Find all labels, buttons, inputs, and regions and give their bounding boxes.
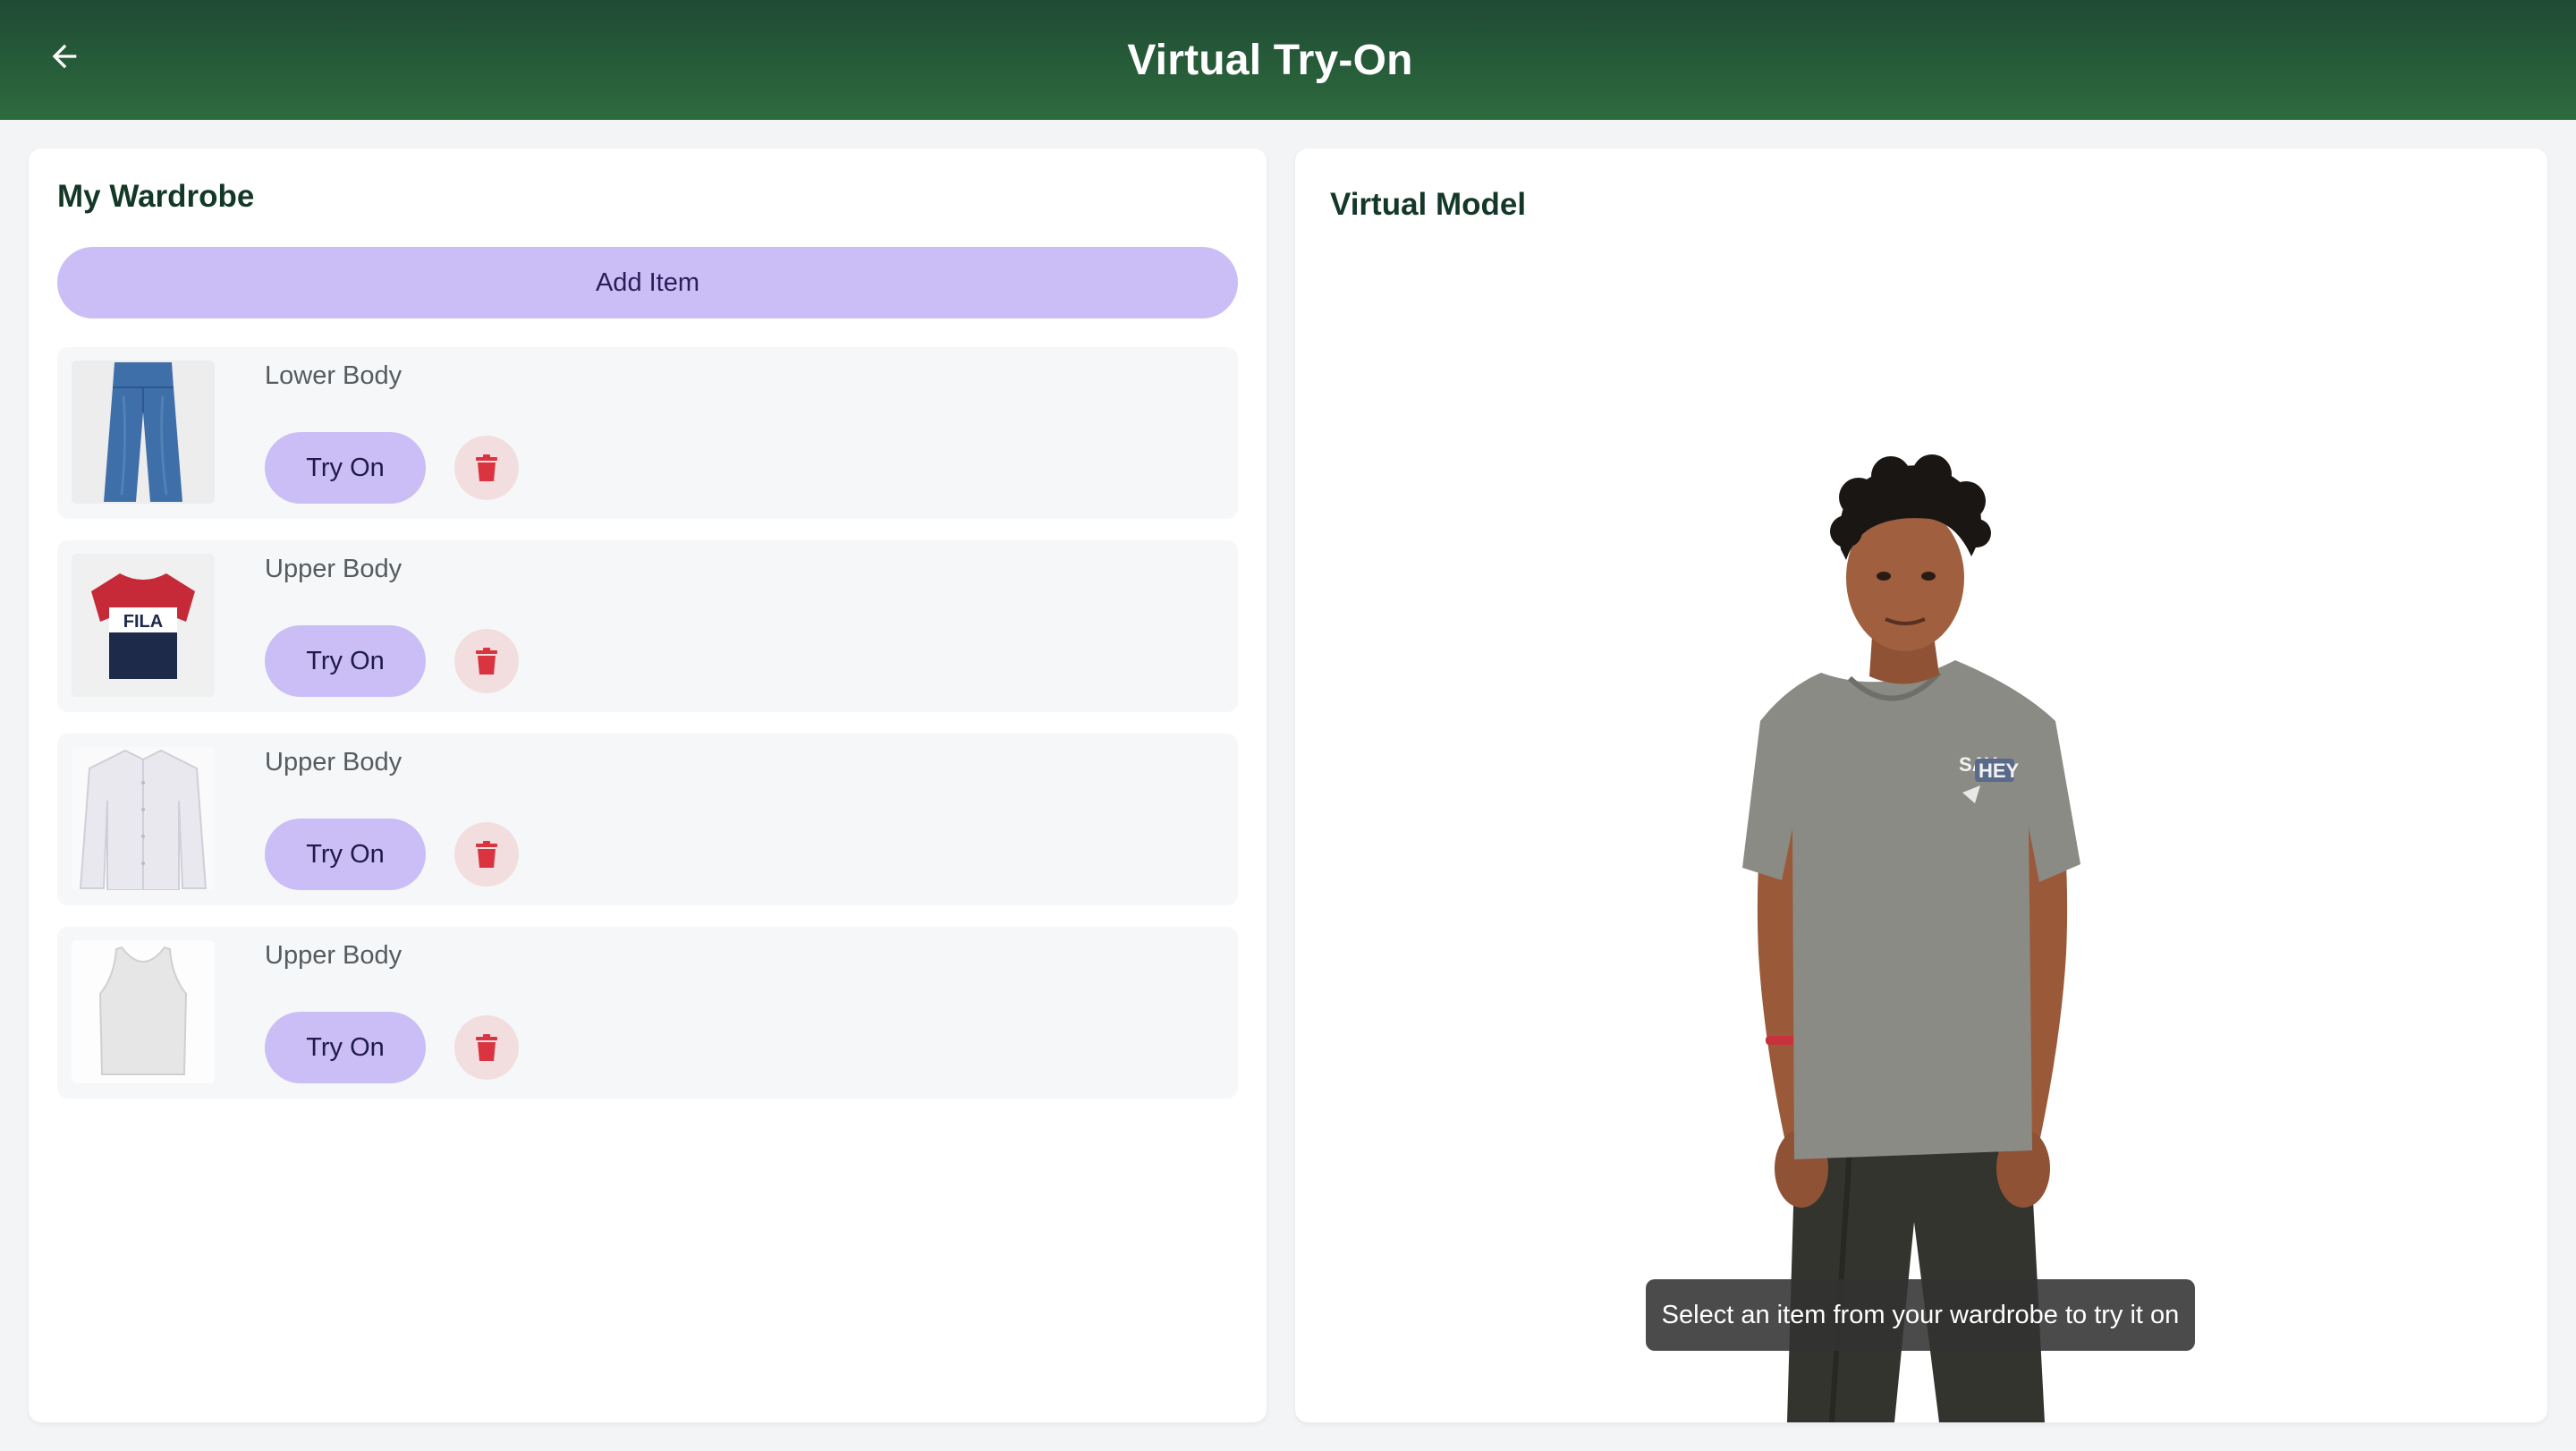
- add-item-button[interactable]: Add Item: [57, 247, 1238, 318]
- hint-toast: Select an item from your wardrobe to try…: [1646, 1279, 2195, 1351]
- delete-item-button[interactable]: [454, 822, 519, 887]
- shirt-print-hey: HEY: [1979, 759, 2020, 782]
- trash-icon: [476, 841, 497, 868]
- item-category: Upper Body: [265, 555, 402, 583]
- back-button[interactable]: [41, 33, 88, 80]
- wardrobe-panel: My Wardrobe Add Item Lower Body Try On F…: [29, 148, 1267, 1422]
- item-category: Upper Body: [265, 748, 402, 776]
- wardrobe-item: Upper Body Try On: [57, 927, 1238, 1099]
- delete-item-button[interactable]: [454, 629, 519, 693]
- item-thumbnail-fila-tshirt: FILA: [72, 554, 215, 697]
- arrow-left-icon: [52, 44, 77, 69]
- delete-item-button[interactable]: [454, 436, 519, 500]
- white-shirt-image: [72, 747, 215, 890]
- item-category: Upper Body: [265, 941, 402, 970]
- wardrobe-item: Upper Body Try On: [57, 734, 1238, 905]
- try-on-button[interactable]: Try On: [265, 625, 426, 697]
- item-category: Lower Body: [265, 361, 402, 390]
- trash-icon: [476, 454, 497, 481]
- virtual-model-panel: Virtual Model SAY HEY: [1295, 148, 2547, 1422]
- person-model-image: SAY HEY: [1742, 454, 2080, 1422]
- virtual-model-title: Virtual Model: [1330, 187, 1527, 222]
- delete-item-button[interactable]: [454, 1015, 519, 1080]
- model-photo: SAY HEY: [1671, 453, 2154, 1422]
- trash-icon: [476, 648, 497, 675]
- app-header: Virtual Try-On: [0, 0, 2576, 120]
- wardrobe-title: My Wardrobe: [57, 179, 255, 214]
- try-on-button[interactable]: Try On: [265, 432, 426, 504]
- page-title: Virtual Try-On: [1127, 36, 1413, 84]
- svg-text:FILA: FILA: [123, 612, 163, 632]
- trash-icon: [476, 1034, 497, 1061]
- tank-top-image: [72, 940, 215, 1083]
- wardrobe-item: Lower Body Try On: [57, 347, 1238, 519]
- item-thumbnail-tank-top: [72, 940, 215, 1083]
- fila-tshirt-image: FILA: [72, 554, 215, 697]
- item-thumbnail-jeans: [72, 361, 215, 504]
- try-on-button[interactable]: Try On: [265, 1012, 426, 1083]
- jeans-image: [72, 361, 215, 504]
- item-thumbnail-dress-shirt: [72, 747, 215, 890]
- try-on-button[interactable]: Try On: [265, 819, 426, 890]
- wardrobe-item: FILA Upper Body Try On: [57, 540, 1238, 712]
